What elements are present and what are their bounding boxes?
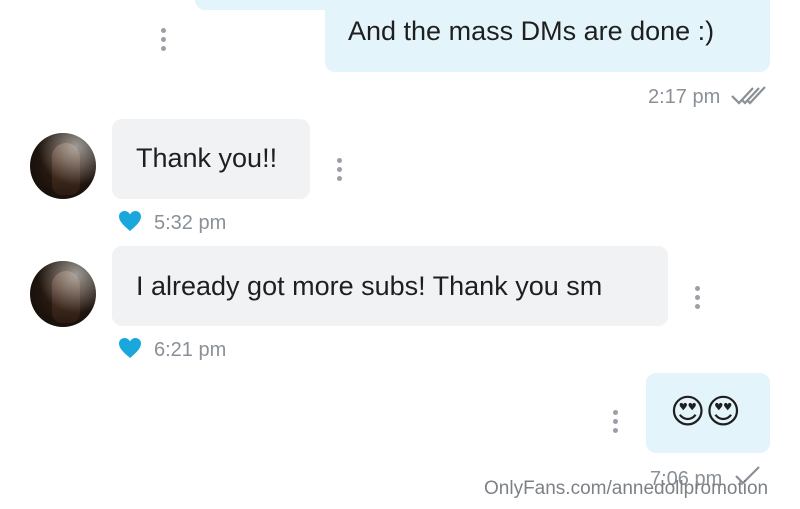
- heart-icon[interactable]: [118, 337, 142, 359]
- message-options-icon[interactable]: [161, 28, 167, 55]
- message-bubble-outgoing[interactable]: 😍😍: [646, 373, 770, 453]
- message-time: 5:32 pm: [154, 212, 227, 234]
- emoji-heart-eyes: 😍😍: [670, 393, 741, 431]
- message-bubble-outgoing-tail: [195, 0, 345, 10]
- avatar[interactable]: [30, 133, 96, 199]
- message-text: Thank you!!: [136, 143, 278, 173]
- message-bubble-incoming[interactable]: I already got more subs! Thank you sm: [112, 246, 668, 326]
- avatar[interactable]: [30, 261, 96, 327]
- message-text: I already got more subs! Thank you sm: [136, 271, 603, 301]
- message-options-icon[interactable]: [337, 158, 343, 185]
- avatar-highlight: [30, 133, 96, 199]
- message-bubble-incoming[interactable]: Thank you!!: [112, 119, 310, 199]
- message-time: 6:21 pm: [154, 339, 227, 361]
- avatar-highlight: [30, 261, 96, 327]
- double-check-icon: [731, 86, 766, 105]
- message-options-icon[interactable]: [613, 410, 619, 437]
- message-options-icon[interactable]: [695, 286, 701, 313]
- message-time: 2:17 pm: [648, 86, 721, 108]
- message-text: And the mass DMs are done :): [348, 16, 715, 46]
- heart-icon[interactable]: [118, 210, 142, 232]
- watermark: OnlyFans.com/annedollpromotion: [484, 478, 769, 499]
- message-bubble-outgoing[interactable]: And the mass DMs are done :): [325, 0, 770, 72]
